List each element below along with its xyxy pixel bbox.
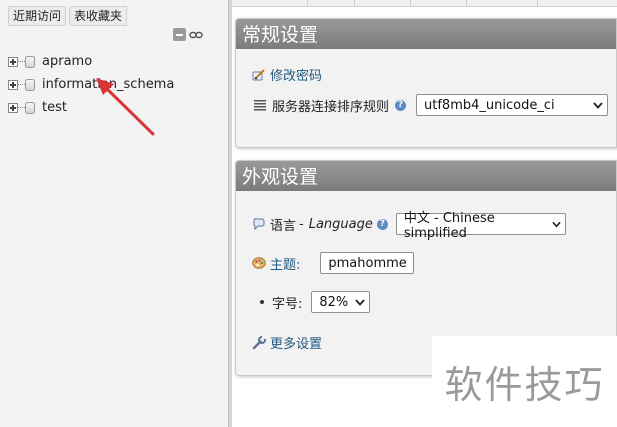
palette-icon xyxy=(252,257,266,269)
font-size-value: 82% xyxy=(319,294,349,310)
nav-tree-controls xyxy=(173,28,203,41)
collation-label: 服务器连接排序规则 xyxy=(272,99,390,115)
font-size-label: 字号: xyxy=(272,296,303,312)
watermark-text: 软件技巧 xyxy=(444,363,605,407)
recent-tab[interactable]: 近期访问 xyxy=(8,6,67,26)
top-tab[interactable] xyxy=(411,0,467,6)
theme-select[interactable]: pmahomme xyxy=(320,252,415,274)
chevron-down-icon xyxy=(593,101,603,109)
database-icon xyxy=(25,101,35,114)
appearance-settings-title: 外观设置 xyxy=(236,161,616,191)
db-name[interactable]: test xyxy=(42,100,67,115)
nav-tabs: 近期访问 表收藏夹 xyxy=(8,6,128,26)
edit-password-icon xyxy=(252,68,265,80)
top-tab[interactable] xyxy=(355,0,411,6)
top-tab[interactable] xyxy=(232,0,308,6)
red-arrow-annotation xyxy=(96,78,155,136)
language-label-en: Language xyxy=(308,216,373,232)
expand-icon[interactable] xyxy=(8,56,18,67)
collation-row: 服务器连接排序规则 ? utf8mb4_unicode_ci xyxy=(254,94,609,116)
language-value: 中文 - Chinese simplified xyxy=(403,211,495,241)
theme-label[interactable]: 主题: xyxy=(270,254,300,273)
font-size-select[interactable]: 82% xyxy=(311,291,371,313)
top-tab[interactable] xyxy=(467,0,538,6)
favorites-tab[interactable]: 表收藏夹 xyxy=(69,6,128,26)
top-tab[interactable] xyxy=(308,0,355,6)
collapse-all-icon[interactable] xyxy=(173,28,186,41)
watermark: 软件技巧 xyxy=(432,336,617,427)
collation-select[interactable]: utf8mb4_unicode_ci xyxy=(416,94,609,116)
theme-row: 主题: pmahomme xyxy=(252,252,415,274)
more-settings-link[interactable]: 更多设置 xyxy=(270,333,322,352)
general-settings-title: 常规设置 xyxy=(236,19,616,49)
theme-value: pmahomme xyxy=(328,255,407,271)
link-with-main-icon[interactable] xyxy=(189,30,203,40)
help-icon[interactable]: ? xyxy=(376,218,388,230)
language-select[interactable]: 中文 - Chinese simplified xyxy=(395,211,566,241)
help-icon[interactable]: ? xyxy=(395,99,407,111)
collation-value: utf8mb4_unicode_ci xyxy=(424,97,555,113)
change-password-row[interactable]: 修改密码 xyxy=(252,65,322,84)
more-settings-row[interactable]: 更多设置 xyxy=(252,333,322,352)
top-tab-strip xyxy=(232,0,617,7)
list-icon xyxy=(254,100,266,111)
language-icon xyxy=(253,218,265,231)
chevron-down-icon xyxy=(355,298,366,306)
font-size-row: 字号: 82% xyxy=(258,291,371,313)
chevron-down-icon xyxy=(552,221,561,228)
navigation-panel: 近期访问 表收藏夹 apramo information_schema test xyxy=(0,0,228,427)
bullet-icon xyxy=(260,300,264,304)
database-icon xyxy=(25,55,35,68)
language-label: 语言 xyxy=(270,218,297,234)
language-row: 语言 - Language ? 中文 - Chinese simplified xyxy=(252,211,566,241)
change-password-link[interactable]: 修改密码 xyxy=(270,65,322,84)
db-name[interactable]: apramo xyxy=(42,54,92,69)
general-settings-panel: 常规设置 修改密码 服务器连接排序规则 ? utf8mb4_unicode_ci xyxy=(235,18,617,148)
database-icon xyxy=(25,78,35,91)
wrench-icon xyxy=(252,335,266,349)
expand-icon[interactable] xyxy=(8,102,18,113)
expand-icon[interactable] xyxy=(8,79,18,90)
